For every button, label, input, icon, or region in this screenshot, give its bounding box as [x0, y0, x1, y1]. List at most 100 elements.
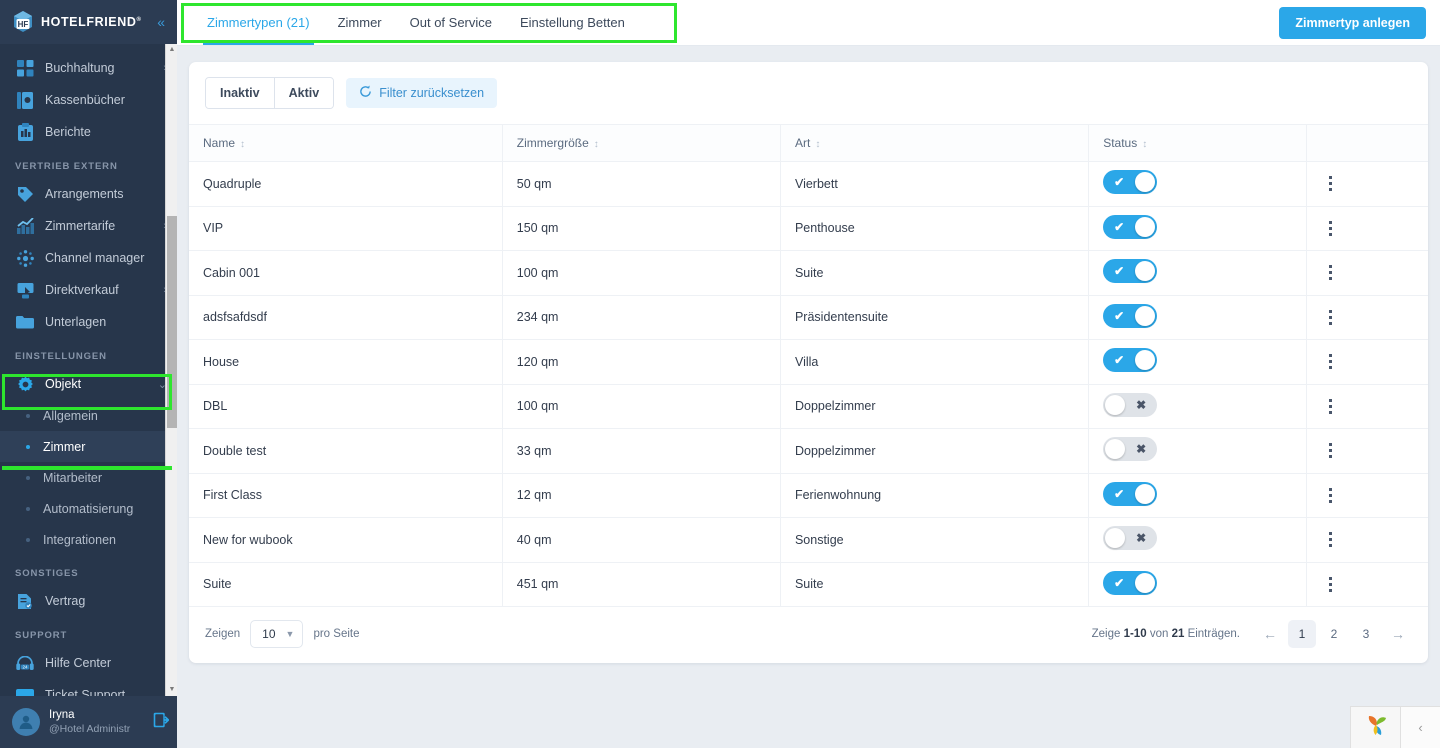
pagination-next-button[interactable]: →: [1384, 620, 1412, 648]
sidebar-item-zimmer[interactable]: Zimmer: [0, 431, 177, 462]
table-row[interactable]: First Class 12 qm Ferienwohnung ✔: [189, 473, 1428, 518]
kebab-menu-icon[interactable]: [1321, 576, 1339, 592]
status-toggle[interactable]: ✖: [1103, 437, 1158, 462]
main-area: Zimmertypen (21) Zimmer Out of Service E…: [177, 0, 1440, 748]
cell-status: ✖: [1088, 384, 1307, 429]
refresh-icon: [359, 85, 372, 101]
table-row[interactable]: adsfsafdsdf 234 qm Präsidentensuite ✔: [189, 295, 1428, 340]
cell-actions: [1306, 384, 1428, 429]
table-row[interactable]: Quadruple 50 qm Vierbett ✔: [189, 161, 1428, 207]
chat-collapse-button[interactable]: ‹: [1400, 706, 1440, 748]
brand-header[interactable]: HF HOTELFRIEND® «: [0, 0, 177, 44]
sidebar-item-hilfe-center[interactable]: 24 Hilfe Center: [0, 647, 177, 679]
column-header-name[interactable]: Name ↕: [189, 124, 503, 162]
kebab-menu-icon[interactable]: [1321, 265, 1339, 281]
sidebar-item-mitarbeiter[interactable]: Mitarbeiter: [0, 462, 177, 493]
cell-zimmergroesse: 33 qm: [501, 428, 781, 474]
chat-launcher-button[interactable]: [1350, 706, 1400, 748]
filter-aktiv-button[interactable]: Aktiv: [273, 78, 334, 108]
scroll-down-arrow-icon[interactable]: ▼: [166, 684, 178, 696]
table-row[interactable]: House 120 qm Villa ✔: [189, 339, 1428, 385]
sidebar-item-unterlagen[interactable]: Unterlagen: [0, 306, 177, 338]
chevrons-left-icon[interactable]: «: [157, 15, 167, 29]
cell-name: House: [189, 339, 503, 385]
cell-actions: [1306, 295, 1428, 340]
reset-filter-button[interactable]: Filter zurücksetzen: [346, 78, 498, 108]
tab-einstellung-betten[interactable]: Einstellung Betten: [506, 0, 639, 45]
tab-zimmertypen[interactable]: Zimmertypen (21): [193, 0, 324, 45]
sidebar-item-arrangements[interactable]: Arrangements: [0, 178, 177, 210]
status-toggle[interactable]: ✔: [1103, 348, 1158, 373]
tab-out-of-service[interactable]: Out of Service: [396, 0, 506, 45]
cell-art: Ferienwohnung: [779, 473, 1089, 518]
status-toggle[interactable]: ✔: [1103, 170, 1158, 195]
sidebar-item-direktverkauf[interactable]: Direktverkauf ›: [0, 274, 177, 306]
column-header-status[interactable]: Status ↕: [1088, 124, 1307, 162]
pagination-page-3[interactable]: 3: [1352, 620, 1380, 648]
pagination-info: Zeige 1-10 von 21 Einträgen.: [1091, 628, 1240, 640]
kebab-menu-icon[interactable]: [1321, 309, 1339, 325]
sidebar-item-allgemein[interactable]: Allgemein: [0, 400, 177, 431]
kebab-menu-icon[interactable]: [1321, 443, 1339, 459]
status-toggle[interactable]: ✔: [1103, 259, 1158, 284]
kebab-menu-icon[interactable]: [1321, 354, 1339, 370]
sidebar-item-automatisierung[interactable]: Automatisierung: [0, 493, 177, 524]
table-row[interactable]: Suite 451 qm Suite ✔: [189, 562, 1428, 607]
sidebar-subitem-label: Automatisierung: [43, 501, 134, 516]
cell-zimmergroesse: 234 qm: [501, 295, 781, 340]
kebab-menu-icon[interactable]: [1321, 176, 1339, 192]
status-toggle[interactable]: ✔: [1103, 214, 1158, 239]
check-icon: ✔: [1114, 486, 1125, 501]
table-row[interactable]: New for wubook 40 qm Sonstige ✖: [189, 517, 1428, 563]
filter-inaktiv-button[interactable]: Inaktiv: [206, 78, 274, 108]
sidebar-item-label: Zimmertarife: [45, 219, 116, 233]
sidebar-item-integrationen[interactable]: Integrationen: [0, 524, 177, 555]
pagination-prev-button[interactable]: ←: [1256, 620, 1284, 648]
table-row[interactable]: VIP 150 qm Penthouse ✔: [189, 206, 1428, 251]
scrollbar-thumb[interactable]: [167, 216, 177, 428]
kebab-menu-icon[interactable]: [1321, 532, 1339, 548]
kebab-menu-icon[interactable]: [1321, 487, 1339, 503]
check-icon: ✔: [1114, 353, 1125, 368]
close-icon: ✖: [1136, 442, 1147, 457]
cell-zimmergroesse: 100 qm: [501, 250, 781, 296]
sort-icon: ↕: [815, 139, 821, 150]
sidebar-item-vertrag[interactable]: Vertrag: [0, 585, 177, 617]
tag-icon: [15, 185, 35, 203]
cell-name: First Class: [189, 473, 503, 518]
create-room-type-button[interactable]: Zimmertyp anlegen: [1279, 6, 1426, 39]
pagination-page-1[interactable]: 1: [1288, 620, 1316, 648]
sidebar-item-buchhaltung[interactable]: Buchhaltung ›: [0, 52, 177, 84]
status-toggle[interactable]: ✔: [1103, 570, 1158, 595]
sidebar-item-label: Channel manager: [45, 251, 145, 265]
sidebar-item-kassenbuecher[interactable]: Kassenbücher: [0, 84, 177, 116]
status-toggle[interactable]: ✖: [1103, 526, 1158, 551]
per-page-select[interactable]: 10 ▼: [250, 620, 304, 648]
column-header-art[interactable]: Art ↕: [779, 124, 1089, 162]
status-toggle[interactable]: ✖: [1103, 392, 1158, 417]
status-toggle[interactable]: ✔: [1103, 481, 1158, 506]
sidebar-item-zimmertarife[interactable]: Zimmertarife ›: [0, 210, 177, 242]
kebab-menu-icon[interactable]: [1321, 398, 1339, 414]
sidebar-user-panel[interactable]: Iryna @Hotel Administr: [0, 696, 177, 748]
tab-zimmer[interactable]: Zimmer: [324, 0, 396, 45]
status-toggle[interactable]: ✔: [1103, 303, 1158, 328]
chart-line-icon: [15, 217, 35, 235]
sidebar-item-channel-manager[interactable]: Channel manager: [0, 242, 177, 274]
table-row[interactable]: Cabin 001 100 qm Suite ✔: [189, 250, 1428, 296]
cell-zimmergroesse: 40 qm: [501, 517, 781, 563]
sidebar-item-objekt[interactable]: Objekt ⌄: [0, 368, 177, 400]
column-header-zimmergroesse[interactable]: Zimmergröße ↕: [501, 124, 781, 162]
logout-icon[interactable]: [153, 712, 170, 733]
bullet-icon: [26, 506, 30, 511]
kebab-menu-icon[interactable]: [1321, 220, 1339, 236]
scroll-up-arrow-icon[interactable]: ▲: [166, 44, 178, 56]
table-row[interactable]: Double test 33 qm Doppelzimmer ✖: [189, 428, 1428, 474]
sidebar-item-berichte[interactable]: Berichte: [0, 116, 177, 148]
sidebar-item-ticket-support[interactable]: Ticket Support: [0, 679, 177, 696]
table-row[interactable]: DBL 100 qm Doppelzimmer ✖: [189, 384, 1428, 429]
sidebar-item-label: Kassenbücher: [45, 93, 125, 107]
pagination-page-2[interactable]: 2: [1320, 620, 1348, 648]
sidebar-scrollbar[interactable]: ▲ ▼: [165, 44, 177, 696]
